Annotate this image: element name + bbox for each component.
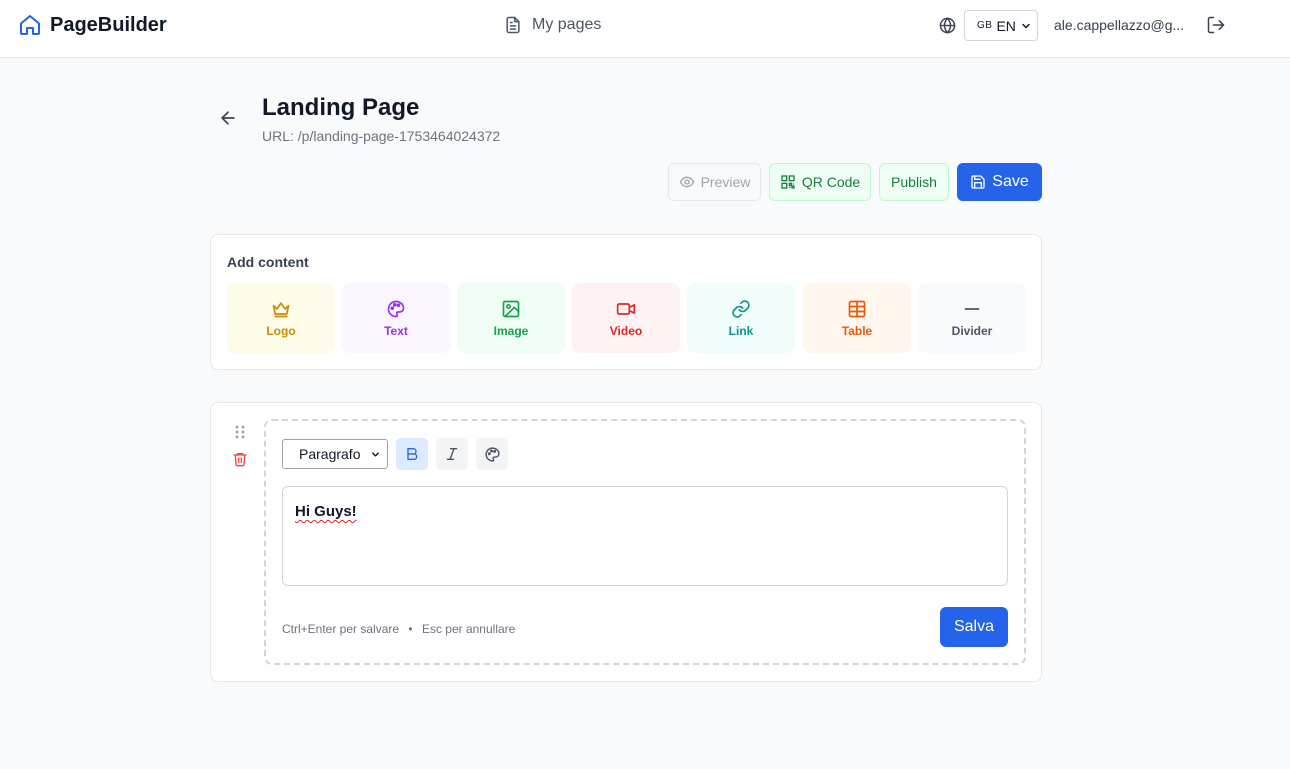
- link-icon: [731, 299, 751, 319]
- keyboard-hint: Ctrl+Enter per salvare • Esc per annulla…: [282, 622, 515, 636]
- add-image-label: Image: [493, 323, 529, 338]
- italic-button[interactable]: [436, 438, 468, 470]
- page-url: URL: /p/landing-page-1753464024372: [262, 128, 501, 144]
- add-video-label: Video: [609, 323, 643, 338]
- add-link-button[interactable]: Link: [687, 283, 795, 353]
- add-image-button[interactable]: Image: [457, 283, 565, 353]
- salva-label: Salva: [953, 618, 995, 635]
- nav-my-pages-label: My pages: [532, 16, 602, 33]
- add-text-label: Text: [384, 323, 408, 338]
- logout-icon[interactable]: [1206, 15, 1226, 35]
- file-text-icon: [503, 15, 523, 35]
- user-email: ale.cappellazzo@g...: [1054, 17, 1185, 33]
- home-icon: [18, 13, 42, 37]
- text-color-button[interactable]: [476, 438, 508, 470]
- add-divider-button[interactable]: Divider: [918, 283, 1026, 353]
- brand-title: PageBuilder: [50, 13, 167, 36]
- preview-button[interactable]: Preview: [668, 163, 761, 201]
- brand[interactable]: PageBuilder: [18, 13, 167, 37]
- minus-icon: [962, 299, 982, 319]
- chevron-down-icon: [1020, 20, 1032, 32]
- add-text-button[interactable]: Text: [342, 283, 450, 353]
- qr-code-label: QR Code: [801, 174, 861, 190]
- drag-handle-icon[interactable]: [234, 424, 246, 440]
- chevron-down-icon: [370, 449, 381, 460]
- preview-label: Preview: [700, 174, 751, 190]
- language-code: EN: [996, 17, 1016, 34]
- bold-button[interactable]: [396, 438, 428, 470]
- palette-icon: [386, 299, 406, 319]
- qr-code-icon: [780, 174, 796, 190]
- salva-button[interactable]: Salva: [940, 607, 1008, 647]
- add-logo-button[interactable]: Logo: [227, 283, 335, 353]
- save-icon: [970, 174, 986, 190]
- video-icon: [616, 299, 636, 319]
- content-text: Hi Guys!: [295, 503, 357, 520]
- text-editor: Paragrafo Hi Guys! Ctrl+Enter per salvar…: [264, 419, 1026, 665]
- hint-cancel: Esc per annullare: [421, 622, 516, 636]
- save-label: Save: [992, 173, 1029, 190]
- language-select[interactable]: GB EN: [964, 10, 1038, 41]
- globe-icon: [938, 16, 957, 35]
- content-block: Paragrafo Hi Guys! Ctrl+Enter per salvar…: [210, 402, 1042, 682]
- add-content-title: Add content: [227, 254, 309, 270]
- qr-code-button[interactable]: QR Code: [769, 163, 871, 201]
- add-logo-label: Logo: [266, 323, 296, 338]
- table-icon: [847, 299, 867, 319]
- page-title: Landing Page: [262, 94, 420, 121]
- app-header: PageBuilder My pages GB EN ale.cappellaz…: [0, 0, 1290, 58]
- add-table-button[interactable]: Table: [803, 283, 911, 353]
- trash-icon[interactable]: [232, 451, 248, 467]
- content-textarea[interactable]: Hi Guys!: [282, 486, 1008, 586]
- flag-gb: GB: [977, 20, 993, 31]
- crown-icon: [271, 299, 291, 319]
- add-content-panel: Add content Logo Text Image Video Link T…: [210, 234, 1042, 370]
- format-select-value: Paragrafo: [299, 446, 361, 462]
- publish-label: Publish: [891, 174, 937, 190]
- nav-my-pages[interactable]: My pages: [503, 15, 601, 35]
- save-button[interactable]: Save: [957, 163, 1042, 201]
- palette-icon: [484, 446, 501, 463]
- hint-save: Ctrl+Enter per salvare: [282, 622, 400, 636]
- format-select[interactable]: Paragrafo: [282, 439, 388, 469]
- publish-button[interactable]: Publish: [879, 163, 949, 201]
- eye-icon: [679, 174, 695, 190]
- add-divider-label: Divider: [951, 323, 993, 338]
- add-video-button[interactable]: Video: [572, 283, 680, 353]
- italic-icon: [444, 446, 460, 462]
- back-arrow-icon[interactable]: [218, 108, 238, 128]
- hint-separator: •: [408, 622, 413, 636]
- add-link-label: Link: [728, 323, 754, 338]
- bold-icon: [404, 446, 420, 462]
- add-table-label: Table: [841, 323, 873, 338]
- image-icon: [501, 299, 521, 319]
